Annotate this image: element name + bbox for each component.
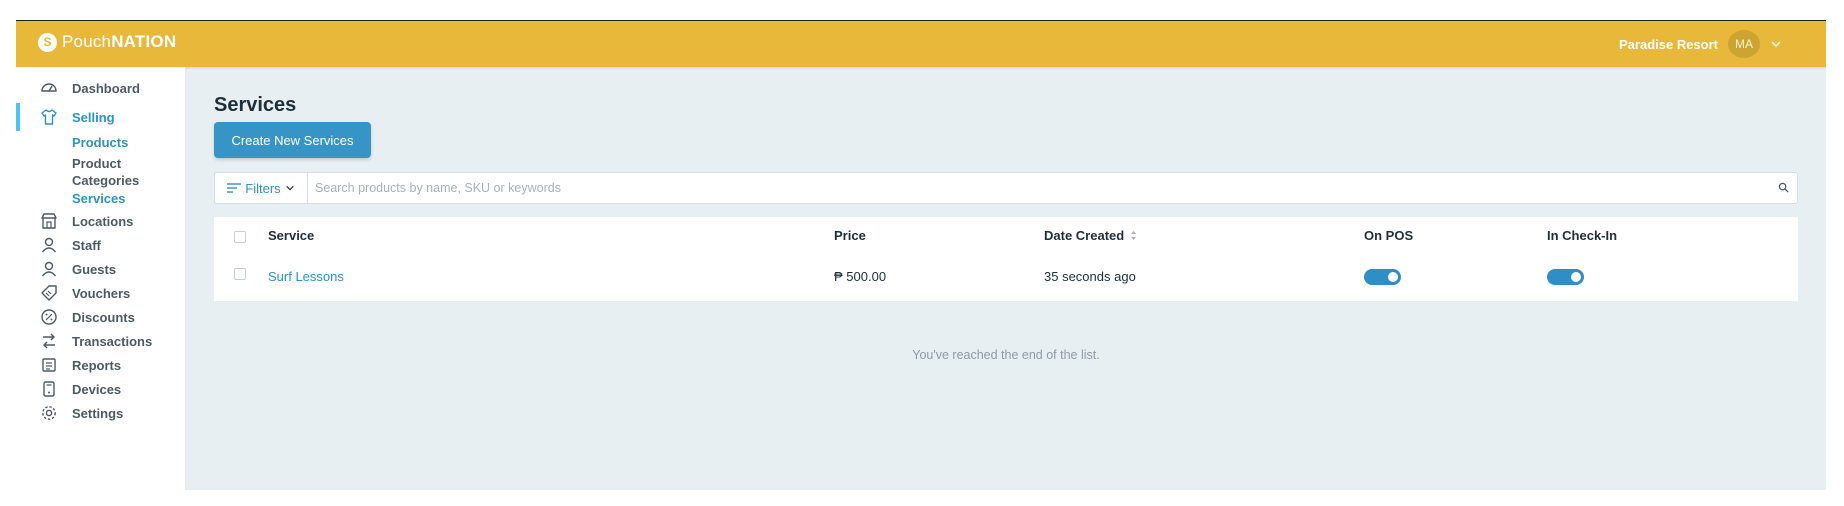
select-all-checkbox[interactable]: [234, 231, 246, 243]
sidebar-item-label: Vouchers: [72, 285, 131, 301]
store-icon: [40, 212, 58, 230]
column-header-on-pos[interactable]: On POS: [1364, 228, 1413, 243]
services-table: Service Price Date Created On POS In Che…: [214, 217, 1798, 301]
top-bar: S PouchNATION Paradise Resort MA: [16, 21, 1826, 67]
filter-bar: Filters: [214, 172, 1798, 204]
gear-icon: [40, 404, 58, 422]
filters-label: Filters: [245, 180, 281, 196]
on-pos-toggle[interactable]: [1364, 269, 1401, 285]
sidebar-item-label: Transactions: [72, 333, 153, 349]
service-price: ₱ 500.00: [834, 269, 887, 284]
search-input[interactable]: [315, 173, 1755, 203]
sidebar-item-label: Reports: [72, 357, 122, 373]
sidebar-item-discounts[interactable]: Discounts: [16, 305, 186, 329]
brand-logo[interactable]: S PouchNATION: [38, 32, 176, 52]
brand-name: PouchNATION: [62, 32, 176, 52]
sidebar-subitem-product-categories[interactable]: Product Categories: [72, 155, 152, 189]
sort-icon[interactable]: [1130, 230, 1137, 241]
person-icon: [40, 260, 58, 278]
sidebar-item-label: Discounts: [72, 309, 135, 325]
voucher-tag-icon: [40, 284, 58, 302]
column-header-label: Date Created: [1044, 228, 1125, 243]
venue-name: Paradise Resort: [1619, 36, 1718, 52]
sidebar-item-selling[interactable]: Selling: [16, 105, 186, 129]
brand-name-bold: NATION: [111, 32, 177, 51]
sidebar-subitem-services[interactable]: Services: [72, 190, 126, 207]
percent-icon: [40, 308, 58, 326]
column-header-in-check-in[interactable]: In Check-In: [1547, 228, 1617, 243]
sidebar-subitem-products[interactable]: Products: [72, 134, 128, 151]
filters-button[interactable]: Filters: [215, 173, 308, 203]
sidebar-item-label: Settings: [72, 405, 124, 421]
sidebar-item-staff[interactable]: Staff: [16, 233, 186, 257]
sidebar: Dashboard Selling Products Product Categ…: [16, 67, 186, 490]
sidebar-item-devices[interactable]: Devices: [16, 377, 186, 401]
sidebar-item-transactions[interactable]: Transactions: [16, 329, 186, 353]
sidebar-item-label: Staff: [72, 237, 101, 253]
sidebar-item-label: Selling: [72, 109, 115, 125]
shirt-icon: [40, 108, 58, 126]
service-date-created: 35 seconds ago: [1044, 269, 1136, 284]
create-service-button[interactable]: Create New Services: [214, 122, 371, 158]
column-header-service[interactable]: Service: [268, 228, 314, 243]
speedometer-icon: [40, 79, 58, 97]
account-menu[interactable]: Paradise Resort MA: [1619, 30, 1782, 58]
column-header-date-created[interactable]: Date Created: [1044, 228, 1137, 243]
app-window: S PouchNATION Paradise Resort MA Dashboa…: [16, 20, 1826, 490]
sidebar-item-locations[interactable]: Locations: [16, 209, 186, 233]
sidebar-item-label: Devices: [72, 381, 122, 397]
filter-lines-icon: [227, 183, 242, 193]
transfer-icon: [40, 332, 58, 350]
search-icon[interactable]: [1778, 182, 1789, 193]
in-check-in-toggle[interactable]: [1547, 269, 1584, 285]
row-checkbox[interactable]: [234, 268, 246, 280]
avatar[interactable]: MA: [1728, 30, 1760, 58]
chevron-down-icon[interactable]: [1770, 38, 1782, 50]
sidebar-item-settings[interactable]: Settings: [16, 401, 186, 425]
sidebar-item-guests[interactable]: Guests: [16, 257, 186, 281]
sidebar-item-label: Locations: [72, 213, 134, 229]
column-header-price[interactable]: Price: [834, 228, 866, 243]
person-icon: [40, 236, 58, 254]
sidebar-item-label: Dashboard: [72, 80, 140, 96]
main-content: Services Create New Services Filters Ser…: [186, 67, 1826, 490]
chevron-down-icon: [285, 185, 294, 191]
service-name-link[interactable]: Surf Lessons: [268, 269, 344, 284]
sidebar-item-reports[interactable]: Reports: [16, 353, 186, 377]
sidebar-item-label: Guests: [72, 261, 117, 277]
brand-name-light: Pouch: [62, 32, 112, 51]
sidebar-item-dashboard[interactable]: Dashboard: [16, 76, 186, 100]
sidebar-item-vouchers[interactable]: Vouchers: [16, 281, 186, 305]
device-icon: [40, 380, 58, 398]
page-title: Services: [214, 94, 297, 116]
report-icon: [40, 356, 58, 374]
logo-mark-icon: S: [38, 32, 57, 52]
end-of-list-message: You've reached the end of the list.: [912, 348, 1100, 362]
